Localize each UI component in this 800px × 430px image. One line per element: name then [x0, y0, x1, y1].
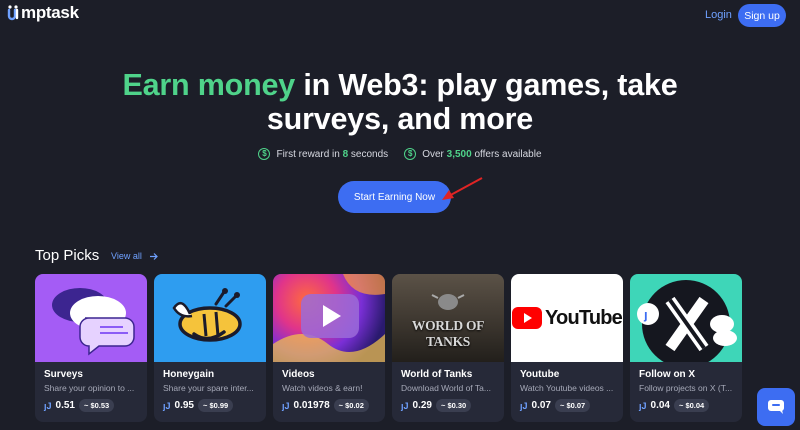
youtube-wordmark: YouTube [545, 306, 623, 329]
offer-card-surveys[interactable]: Surveys Share your opinion to ... ȷJ 0.5… [35, 274, 147, 422]
jumptask-coin-icon: ȷJ [44, 400, 52, 411]
jumptask-coin-icon: ȷJ [639, 400, 647, 411]
offer-card-follow-on-x[interactable]: ȷ Follow on X Follow projects on X (T...… [630, 274, 742, 422]
world-of-tanks-image: WORLD OF TANKS [392, 274, 504, 362]
card-description: Follow projects on X (T... [639, 383, 733, 393]
offer-card-youtube[interactable]: YouTube Youtube Watch Youtube videos ...… [511, 274, 623, 422]
view-all-link[interactable]: View all [111, 251, 158, 261]
jumptask-coin-icon: ȷJ [163, 400, 171, 411]
card-reward: ȷJ 0.95 ~ $0.99 [163, 399, 257, 412]
usd-value-badge: ~ $0.30 [435, 399, 472, 412]
card-title: Surveys [44, 369, 83, 380]
card-reward: ȷJ 0.01978 ~ $0.02 [282, 399, 376, 412]
feature-first-reward: $ First reward in 8 seconds [258, 148, 388, 160]
header: mptask Login Sign up [0, 0, 800, 32]
youtube-image: YouTube [511, 274, 623, 362]
honeygain-image [154, 274, 266, 362]
chat-support-button[interactable] [757, 388, 795, 426]
jumptask-coin-icon: ȷJ [401, 400, 409, 411]
card-reward: ȷJ 0.04 ~ $0.04 [639, 399, 733, 412]
arrow-right-icon [149, 252, 158, 260]
card-reward: ȷJ 0.07 ~ $0.07 [520, 399, 614, 412]
world-of-tanks-logo-text: WORLD OF TANKS [411, 318, 485, 349]
jumptask-logo[interactable]: mptask [6, 3, 79, 23]
hero-title-accent: Earn money [122, 68, 296, 102]
svg-text:ȷ: ȷ [643, 307, 648, 322]
logo-text: mptask [21, 3, 79, 22]
offer-card-honeygain[interactable]: Honeygain Share your spare inter... ȷJ 0… [154, 274, 266, 422]
reward-amount: 0.07 [531, 400, 551, 411]
usd-value-badge: ~ $0.04 [673, 399, 710, 412]
reward-amount: 0.29 [412, 400, 432, 411]
usd-value-badge: ~ $0.07 [554, 399, 591, 412]
jumptask-coin-icon: ȷJ [282, 400, 290, 411]
hero-title: Earn money in Web3: play games, take sur… [100, 68, 700, 136]
top-picks-title: Top Picks [35, 247, 100, 264]
feature-highlight: 3,500 [446, 148, 472, 160]
usd-value-badge: ~ $0.53 [78, 399, 115, 412]
surveys-image [35, 274, 147, 362]
feature-offers: $ Over 3,500 offers available [404, 148, 542, 160]
dollar-circle-icon: $ [404, 148, 417, 160]
card-title: World of Tanks [401, 369, 473, 380]
card-description: Share your opinion to ... [44, 383, 135, 393]
card-reward: ȷJ 0.51 ~ $0.53 [44, 399, 138, 412]
feature-text-pre: First reward in [276, 148, 343, 160]
youtube-play-icon [512, 307, 542, 329]
card-description: Download World of Ta... [401, 383, 491, 393]
reward-amount: 0.04 [650, 400, 670, 411]
card-title: Follow on X [639, 369, 696, 380]
hero-title-rest: in Web3: play games, take surveys, and m… [266, 68, 678, 136]
top-picks-cards: Surveys Share your opinion to ... ȷJ 0.5… [35, 274, 742, 422]
feature-text-post: seconds [348, 148, 389, 160]
feature-text-pre: Over [422, 148, 447, 160]
feature-text: Over 3,500 offers available [422, 149, 541, 160]
red-arrow-annotation-icon [442, 177, 483, 200]
card-title: Youtube [520, 369, 560, 380]
hero-features: $ First reward in 8 seconds $ Over 3,500… [0, 148, 800, 160]
card-reward: ȷJ 0.29 ~ $0.30 [401, 399, 495, 412]
signup-button[interactable]: Sign up [738, 4, 786, 27]
card-description: Watch videos & earn! [282, 383, 363, 393]
jumptask-coin-icon: ȷJ [520, 400, 528, 411]
card-description: Watch Youtube videos ... [520, 383, 614, 393]
usd-value-badge: ~ $0.99 [197, 399, 234, 412]
feature-text: First reward in 8 seconds [276, 149, 388, 160]
feature-text-post: offers available [471, 148, 542, 160]
offer-card-videos[interactable]: Videos Watch videos & earn! ȷJ 0.01978 ~… [273, 274, 385, 422]
login-link[interactable]: Login [705, 9, 732, 21]
card-title: Videos [282, 369, 315, 380]
follow-on-x-image: ȷ [630, 274, 742, 362]
card-title: Honeygain [163, 369, 215, 380]
reward-amount: 0.95 [174, 400, 194, 411]
usd-value-badge: ~ $0.02 [333, 399, 369, 412]
dollar-circle-icon: $ [258, 148, 271, 160]
start-earning-button[interactable]: Start Earning Now [338, 181, 451, 213]
card-description: Share your spare inter... [163, 383, 254, 393]
videos-image [273, 274, 385, 362]
jumptask-logo-mark-icon [6, 4, 20, 22]
reward-amount: 0.51 [55, 400, 75, 411]
view-all-label: View all [111, 251, 142, 261]
reward-amount: 0.01978 [293, 400, 330, 411]
chat-icon [768, 400, 784, 414]
offer-card-world-of-tanks[interactable]: WORLD OF TANKS World of Tanks Download W… [392, 274, 504, 422]
